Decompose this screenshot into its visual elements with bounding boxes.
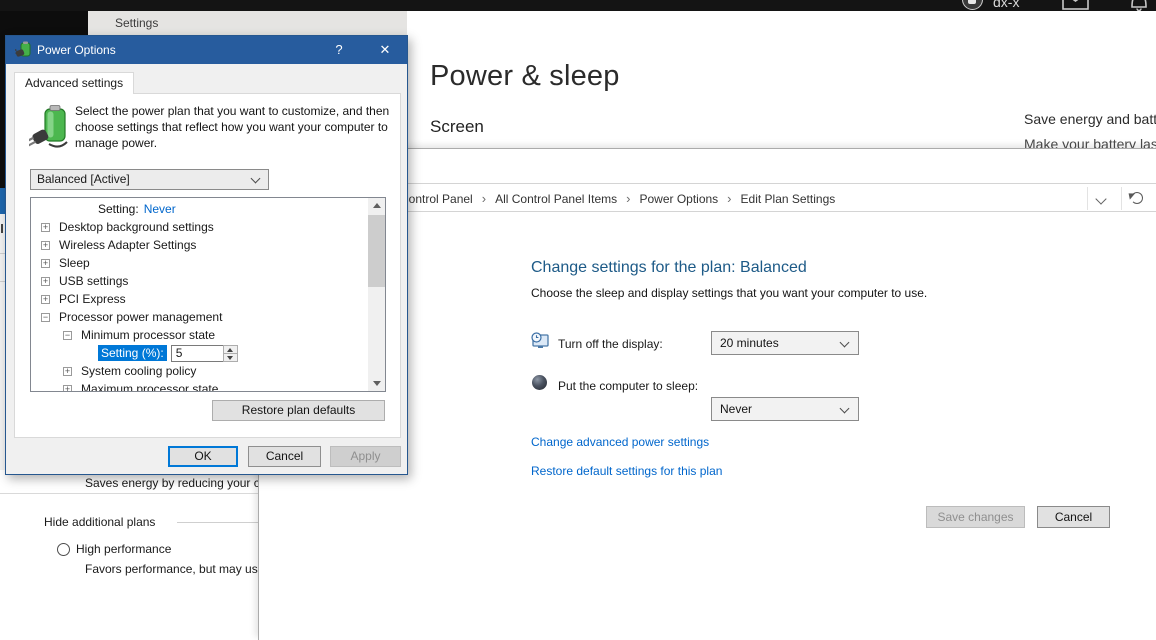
breadcrumb: Control PanelAll Control Panel ItemsPowe… (400, 191, 835, 206)
plan-select-value: Balanced [Active] (37, 172, 130, 186)
high-performance-label: High performance (76, 542, 171, 556)
dialog-description: Select the power plan that you want to c… (75, 103, 397, 151)
tree-row[interactable]: Wireless Adapter Settings (31, 236, 368, 254)
power-options-dialog: Power Options ? ✕ Advanced settings Sele… (5, 35, 408, 475)
tree-row[interactable]: USB settings (31, 272, 368, 290)
tree-row[interactable]: PCI Express (31, 290, 368, 308)
restore-plan-defaults-button[interactable]: Restore plan defaults (212, 400, 385, 421)
turn-off-display-label: Turn off the display: (558, 337, 663, 351)
scroll-up-icon[interactable] (368, 198, 385, 213)
power-options-icon (15, 41, 33, 59)
plan-settings-heading: Change settings for the plan: Balanced (531, 259, 807, 277)
mail-icon[interactable] (1062, 0, 1089, 10)
refresh-icon[interactable] (1131, 192, 1143, 204)
sleep-timeout-label: Put the computer to sleep: (558, 379, 698, 393)
spin-down-icon[interactable] (224, 353, 237, 361)
expand-plus-icon[interactable] (41, 223, 50, 232)
tree-row[interactable]: Maximum processor state (31, 380, 368, 392)
chevron-down-icon (840, 338, 850, 348)
tab-advanced-settings[interactable]: Advanced settings (14, 72, 134, 94)
spinner-control[interactable] (223, 345, 238, 362)
address-dropdown-icon[interactable] (1095, 193, 1106, 204)
advanced-settings-tabpage: Select the power plan that you want to c… (14, 93, 401, 438)
setting-value[interactable]: Never (144, 202, 176, 216)
username-label: dx-x (993, 0, 1019, 10)
power-plan-battery-icon (29, 104, 71, 150)
chevron-down-icon (251, 174, 261, 184)
tree-row[interactable]: Minimum processor state (31, 326, 368, 344)
settings-side-link[interactable]: Make your battery las (1024, 136, 1156, 148)
address-bar-separator (1121, 187, 1122, 210)
cancel-button[interactable]: Cancel (248, 446, 321, 467)
settings-side-text: Save energy and batte (1024, 111, 1156, 127)
help-button[interactable]: ? (329, 42, 349, 57)
settings-titlebar: Settings (88, 10, 407, 37)
plan-select[interactable]: Balanced [Active] (30, 169, 269, 190)
ok-button[interactable]: OK (168, 446, 238, 467)
display-timeout-select[interactable]: 20 minutes (711, 331, 859, 355)
hide-plans-divider (177, 522, 259, 523)
scroll-down-icon[interactable] (368, 376, 385, 391)
sleep-timeout-value: Never (720, 402, 752, 416)
tree-row[interactable]: Desktop background settings (31, 218, 368, 236)
dialog-titlebar[interactable]: Power Options ? ✕ (6, 36, 407, 64)
power-plans-page-fragment: Saves energy by reducing your com Hide a… (0, 470, 259, 640)
close-icon[interactable]: ✕ (375, 42, 395, 58)
display-timeout-value: 20 minutes (720, 336, 779, 350)
setting-prefix: Setting: (98, 202, 139, 216)
high-performance-radio[interactable] (57, 543, 70, 556)
address-bar-separator (1087, 187, 1088, 210)
breadcrumb-control-panel[interactable]: Control Panel (400, 192, 473, 206)
hide-additional-plans-label[interactable]: Hide additional plans (44, 515, 155, 529)
display-clock-icon (531, 332, 549, 350)
apply-button[interactable]: Apply (330, 446, 401, 467)
scrollbar-thumb[interactable] (368, 215, 385, 287)
cancel-button[interactable]: Cancel (1037, 506, 1110, 528)
top-toolbar: dx-x (0, 0, 1156, 11)
breadcrumb-power-options[interactable]: Power Options (617, 191, 718, 206)
breadcrumb-edit-plan-settings[interactable]: Edit Plan Settings (718, 191, 835, 206)
collapse-minus-icon[interactable] (41, 313, 50, 322)
expand-plus-icon[interactable] (41, 259, 50, 268)
tree-row[interactable]: Sleep (31, 254, 368, 272)
restore-default-settings-link[interactable]: Restore default settings for this plan (531, 464, 722, 478)
save-changes-button[interactable]: Save changes (926, 506, 1025, 528)
tree-row[interactable]: Processor power management (31, 308, 368, 326)
avatar[interactable] (962, 0, 983, 10)
settings-page-title: Power & sleep (430, 60, 620, 93)
expand-plus-icon[interactable] (63, 385, 72, 393)
sleep-icon (532, 375, 547, 390)
spin-up-icon[interactable] (224, 346, 237, 353)
scrollbar[interactable] (368, 198, 385, 391)
bell-icon[interactable] (1128, 0, 1150, 11)
tree-row-selected-setting[interactable]: Setting (%): 5 (31, 344, 368, 362)
expand-plus-icon[interactable] (41, 277, 50, 286)
advanced-settings-tree[interactable]: Setting: Never Desktop background settin… (30, 197, 386, 392)
dialog-title: Power Options (37, 43, 116, 57)
settings-titlebar-label: Settings (115, 16, 158, 30)
tree-row[interactable]: System cooling policy (31, 362, 368, 380)
chevron-down-icon (840, 404, 850, 414)
plan-settings-subtitle: Choose the sleep and display settings th… (531, 286, 927, 300)
power-saver-description: Saves energy by reducing your com (85, 476, 259, 490)
breadcrumb-all-items[interactable]: All Control Panel Items (473, 191, 617, 206)
setting-percent-input[interactable]: 5 (171, 345, 223, 362)
change-advanced-power-settings-link[interactable]: Change advanced power settings (531, 435, 709, 449)
expand-plus-icon[interactable] (41, 295, 50, 304)
plan-list-divider (0, 493, 259, 494)
sleep-timeout-select[interactable]: Never (711, 397, 859, 421)
expand-plus-icon[interactable] (41, 241, 50, 250)
high-performance-description: Favors performance, but may use n (85, 562, 259, 576)
tree-row-setting-never[interactable]: Setting: Never (31, 200, 368, 218)
collapse-minus-icon[interactable] (63, 331, 72, 340)
selected-setting-label[interactable]: Setting (%): (98, 345, 167, 361)
settings-section-screen: Screen (430, 117, 484, 137)
settings-nav-fragment (1, 224, 3, 233)
desktop-dark-corner (0, 10, 88, 36)
expand-plus-icon[interactable] (63, 367, 72, 376)
